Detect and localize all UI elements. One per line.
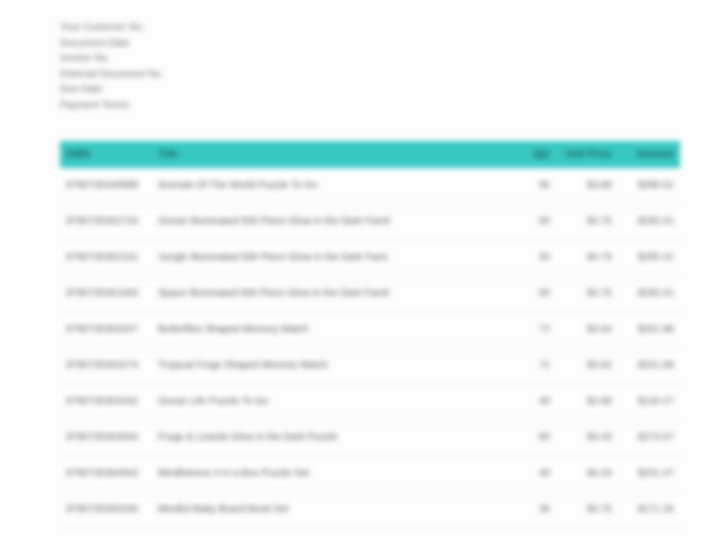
document-meta: Your Customer No. Document Date Invoice …	[60, 20, 680, 113]
cell-qty: 60	[514, 240, 556, 276]
cell-isbn: 9780735365346	[60, 492, 152, 528]
cell-title: Ocean Illuminated 500 Piece Glow in the …	[152, 204, 514, 240]
cell-unit-price: $3.88	[556, 168, 618, 204]
cell-title: Frogs & Lizards Glow in the Dark Puzzle	[152, 420, 514, 456]
cell-qty: 60	[514, 204, 556, 240]
cell-qty: 72	[514, 348, 556, 384]
cell-isbn: 9780735364943	[60, 456, 152, 492]
table-row: 9780735349988Animals Of The World Puzzle…	[60, 168, 680, 204]
cell-title: Mindful Baby Board Book Set	[152, 492, 514, 528]
cell-qty: 36	[514, 492, 556, 528]
col-unit-price: Unit Price	[556, 141, 618, 168]
cell-amount: $285.41	[618, 276, 680, 312]
col-isbn: ISBN	[60, 141, 152, 168]
meta-customer-no: Your Customer No.	[60, 20, 680, 36]
cell-isbn: 9780735363694	[60, 420, 152, 456]
col-qty: Qty	[514, 141, 556, 168]
line-items-table: ISBN Title Qty Unit Price Amount 9780735…	[60, 141, 680, 528]
cell-unit-price: $4.20	[556, 456, 618, 492]
cell-isbn: 9780735363274	[60, 348, 152, 384]
cell-amount: $285.41	[618, 240, 680, 276]
cell-amount: $201.47	[618, 456, 680, 492]
cell-qty: 48	[514, 384, 556, 420]
meta-invoice-no: Invoice No.	[60, 51, 680, 67]
cell-title: Space Illuminated 500 Piece Glow in the …	[152, 276, 514, 312]
cell-isbn: 9780735363342	[60, 384, 152, 420]
meta-document-date: Document Date	[60, 36, 680, 52]
table-row: 9780735361683Space Illuminated 500 Piece…	[60, 276, 680, 312]
cell-isbn: 9780735362734	[60, 204, 152, 240]
cell-amount: $398.51	[618, 168, 680, 204]
col-title: Title	[152, 141, 514, 168]
table-row: 9780735365346Mindful Baby Board Book Set…	[60, 492, 680, 528]
meta-payment-terms: Payment Terms	[60, 98, 680, 114]
cell-title: Mindfulness 4 in a Box Puzzle Set	[152, 456, 514, 492]
cell-unit-price: $2.88	[556, 384, 618, 420]
cell-title: Tropical Frogs Shaped Memory Match	[152, 348, 514, 384]
cell-qty: 72	[514, 312, 556, 348]
table-row: 9780735364943Mindfulness 4 in a Box Puzz…	[60, 456, 680, 492]
cell-title: Butterflies Shaped Memory Match	[152, 312, 514, 348]
col-amount: Amount	[618, 141, 680, 168]
cell-isbn: 9780735362161	[60, 240, 152, 276]
cell-qty: 96	[514, 168, 556, 204]
cell-title: Ocean Life Puzzle To Go	[152, 384, 514, 420]
cell-qty: 60	[514, 276, 556, 312]
cell-unit-price: $4.76	[556, 276, 618, 312]
cell-amount: $261.88	[618, 312, 680, 348]
meta-due-date: Due Date	[60, 82, 680, 98]
cell-unit-price: $4.76	[556, 204, 618, 240]
cell-title: Animals Of The World Puzzle To Go	[152, 168, 514, 204]
cell-isbn: 9780735363267	[60, 312, 152, 348]
cell-unit-price: $4.76	[556, 240, 618, 276]
cell-isbn: 9780735349988	[60, 168, 152, 204]
cell-amount: $285.41	[618, 204, 680, 240]
cell-qty: 80	[514, 420, 556, 456]
table-header-row: ISBN Title Qty Unit Price Amount	[60, 141, 680, 168]
cell-isbn: 9780735361683	[60, 276, 152, 312]
table-row: 9780735363694Frogs & Lizards Glow in the…	[60, 420, 680, 456]
cell-unit-price: $3.64	[556, 312, 618, 348]
table-row: 9780735363342Ocean Life Puzzle To Go48$2…	[60, 384, 680, 420]
cell-qty: 48	[514, 456, 556, 492]
table-row: 9780735362161Jungle Illuminated 500 Piec…	[60, 240, 680, 276]
cell-unit-price: $3.43	[556, 420, 618, 456]
cell-unit-price: $3.64	[556, 348, 618, 384]
table-row: 9780735362734Ocean Illuminated 500 Piece…	[60, 204, 680, 240]
cell-amount: $134.27	[618, 384, 680, 420]
cell-unit-price: $4.76	[556, 492, 618, 528]
table-row: 9780735363267Butterflies Shaped Memory M…	[60, 312, 680, 348]
cell-amount: $261.88	[618, 348, 680, 384]
cell-amount: $273.67	[618, 420, 680, 456]
meta-external-doc: External Document No.	[60, 67, 680, 83]
table-row: 9780735363274Tropical Frogs Shaped Memor…	[60, 348, 680, 384]
cell-title: Jungle Illuminated 500 Piece Glow in the…	[152, 240, 514, 276]
cell-amount: $171.26	[618, 492, 680, 528]
